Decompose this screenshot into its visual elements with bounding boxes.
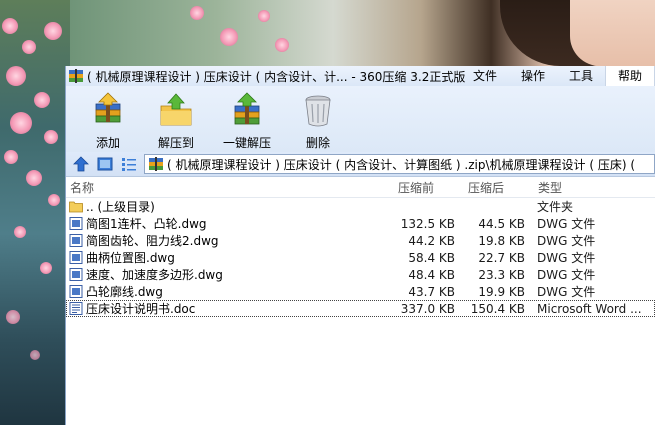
file-type: DWG 文件: [537, 217, 596, 231]
folder-icon: [69, 201, 83, 213]
wallpaper-portrait: [70, 0, 655, 66]
one-click-extract-icon: [234, 92, 260, 125]
menu-operation[interactable]: 操作: [509, 66, 557, 86]
extract-to-icon: [160, 93, 192, 126]
word-doc-icon: [69, 302, 83, 315]
file-name: 简图1连杆、凸轮.dwg: [86, 217, 207, 231]
up-arrow-icon: [73, 156, 89, 172]
file-name: 简图齿轮、阻力线2.dwg: [86, 234, 219, 248]
file-list: .. (上级目录) 文件夹 简图1连杆、凸轮.dwg 132.5 KB 44.5…: [66, 198, 655, 317]
file-type: DWG 文件: [537, 268, 596, 282]
list-item[interactable]: 凸轮廓线.dwg 43.7 KB 19.9 KB DWG 文件: [66, 283, 655, 300]
add-button-label: 添加: [95, 136, 120, 150]
app-logo-icon: [69, 69, 83, 83]
add-archive-icon: [95, 92, 121, 123]
file-size-after: 19.9 KB: [478, 284, 525, 299]
extract-to-button[interactable]: 解压到: [146, 86, 206, 152]
window-title: ( 机械原理课程设计 ) 压床设计 ( 内含设计、计... - 360压缩 3.…: [87, 69, 466, 84]
file-name: .. (上级目录): [86, 200, 155, 214]
list-view-icon: [122, 158, 136, 171]
menu-tools[interactable]: 工具: [557, 66, 605, 86]
file-size-after: 22.7 KB: [478, 250, 525, 265]
list-item[interactable]: 曲柄位置图.dwg 58.4 KB 22.7 KB DWG 文件: [66, 249, 655, 266]
file-name: 压床设计说明书.doc: [86, 302, 196, 316]
delete-button-label: 删除: [305, 136, 330, 150]
add-button[interactable]: 添加: [78, 86, 138, 152]
file-size-after: 19.8 KB: [478, 233, 525, 248]
up-level-button[interactable]: [72, 155, 90, 173]
view-thumbnail-button[interactable]: [96, 155, 114, 173]
view-list-button[interactable]: [120, 155, 138, 173]
toolbar: 添加 解压到 一键解压 删除: [66, 86, 655, 152]
menu-file[interactable]: 文件: [461, 66, 509, 86]
file-size-before: 132.5 KB: [400, 216, 455, 231]
column-type[interactable]: 类型: [538, 179, 562, 196]
extract-to-button-label: 解压到: [157, 136, 194, 150]
path-text: ( 机械原理课程设计 ) 压床设计 ( 内含设计、计算图纸 ) .zip\机械原…: [167, 157, 636, 172]
file-type: DWG 文件: [537, 234, 596, 248]
list-item-selected[interactable]: 压床设计说明书.doc 337.0 KB 150.4 KB Microsoft …: [66, 300, 655, 317]
path-field[interactable]: ( 机械原理课程设计 ) 压床设计 ( 内含设计、计算图纸 ) .zip\机械原…: [144, 154, 655, 174]
file-type: DWG 文件: [537, 251, 596, 265]
column-size-after[interactable]: 压缩后: [468, 179, 538, 196]
archive-window: ( 机械原理课程设计 ) 压床设计 ( 内含设计、计... - 360压缩 3.…: [66, 66, 655, 425]
file-size-after: 150.4 KB: [470, 301, 525, 316]
dwg-file-icon: [69, 268, 83, 281]
file-name: 曲柄位置图.dwg: [86, 251, 175, 265]
file-type: Microsoft Word ...: [537, 301, 642, 316]
thumbnail-view-icon: [97, 157, 113, 171]
list-item-parent-folder[interactable]: .. (上级目录) 文件夹: [66, 198, 655, 215]
column-size-before[interactable]: 压缩前: [398, 179, 468, 196]
file-size-before: 44.2 KB: [408, 233, 455, 248]
delete-button[interactable]: 删除: [288, 86, 348, 152]
file-size-before: 43.7 KB: [408, 284, 455, 299]
one-click-extract-button[interactable]: 一键解压: [214, 86, 280, 152]
menu-help[interactable]: 帮助: [604, 66, 655, 86]
column-header: 名称 压缩前 压缩后 类型: [66, 177, 655, 198]
wallpaper-blossom-branch: [0, 0, 70, 425]
address-bar: ( 机械原理课程设计 ) 压床设计 ( 内含设计、计算图纸 ) .zip\机械原…: [66, 152, 655, 177]
file-name: 凸轮廓线.dwg: [86, 285, 163, 299]
file-size-after: 44.5 KB: [478, 216, 525, 231]
list-item[interactable]: 速度、加速度多边形.dwg 48.4 KB 23.3 KB DWG 文件: [66, 266, 655, 283]
dwg-file-icon: [69, 251, 83, 264]
file-size-after: 23.3 KB: [478, 267, 525, 282]
column-name[interactable]: 名称: [66, 179, 398, 196]
file-size-before: 58.4 KB: [408, 250, 455, 265]
list-item[interactable]: 简图齿轮、阻力线2.dwg 44.2 KB 19.8 KB DWG 文件: [66, 232, 655, 249]
file-type: DWG 文件: [537, 285, 596, 299]
dwg-file-icon: [69, 285, 83, 298]
file-type: 文件夹: [537, 200, 574, 214]
file-name: 速度、加速度多边形.dwg: [86, 268, 223, 282]
dwg-file-icon: [69, 234, 83, 247]
title-bar[interactable]: ( 机械原理课程设计 ) 压床设计 ( 内含设计、计... - 360压缩 3.…: [66, 66, 655, 86]
archive-path-icon: [149, 157, 163, 171]
dwg-file-icon: [69, 217, 83, 230]
file-size-before: 337.0 KB: [400, 301, 455, 316]
menu-bar: 文件 操作 工具 帮助: [461, 66, 655, 86]
delete-bin-icon: [305, 95, 331, 127]
list-item[interactable]: 简图1连杆、凸轮.dwg 132.5 KB 44.5 KB DWG 文件: [66, 215, 655, 232]
one-click-extract-button-label: 一键解压: [222, 136, 271, 150]
file-size-before: 48.4 KB: [408, 267, 455, 282]
